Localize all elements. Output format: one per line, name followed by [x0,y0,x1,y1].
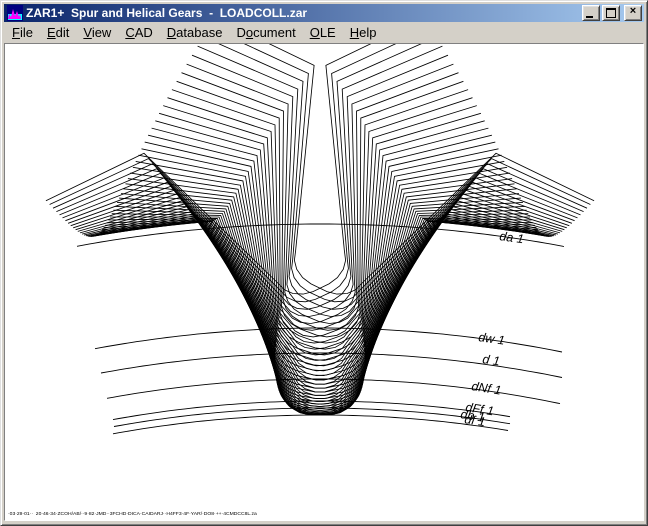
menu-item-view[interactable]: View [76,23,118,42]
rack-cutter-position [82,128,488,376]
rack-cutter-position [102,198,521,412]
rack-cutter-position [110,217,530,415]
menu-bar: FileEditViewCADDatabaseDocumentOLEHelp [4,22,644,43]
menu-item-ole[interactable]: OLE [303,23,343,42]
menu-item-help[interactable]: Help [343,23,384,42]
diameter-label: dNf 1 [471,379,503,398]
gear-mesh-drawing: da 1dw 1d 1dNf 1dFf 1db 1df 1 [5,44,647,524]
title-bar[interactable]: ZAR1+ Spur and Helical Gears - LOADCOLL.… [4,4,644,22]
maximize-icon [606,8,616,18]
window-title: ZAR1+ Spur and Helical Gears - LOADCOLL.… [26,4,580,22]
menu-item-document[interactable]: Document [229,23,302,42]
menu-item-database[interactable]: Database [160,23,230,42]
close-button[interactable]: × [624,5,642,21]
menu-item-edit[interactable]: Edit [40,23,76,42]
minimize-button[interactable] [582,5,600,21]
menu-item-cad[interactable]: CAD [118,23,159,42]
minimize-icon [586,16,593,18]
client-area: da 1dw 1d 1dNf 1dFf 1db 1df 1 ·03·29·01·… [4,43,644,521]
diameter-label: d 1 [482,352,501,368]
diameter-label: df 1 [464,412,487,429]
close-icon: × [625,5,641,17]
app-window: ZAR1+ Spur and Helical Gears - LOADCOLL.… [0,0,648,526]
maximize-button[interactable] [602,5,620,21]
menu-item-file[interactable]: File [5,23,40,42]
zar-gear-wave-icon [7,5,23,21]
drawing-footer-text: ·03·29·01·· 20·46·34·ZCOH/AB/··9·82·JMD·… [8,512,257,517]
rack-cutter-position [105,206,525,414]
diameter-label: da 1 [499,229,525,246]
diameter-label: dw 1 [478,330,506,348]
